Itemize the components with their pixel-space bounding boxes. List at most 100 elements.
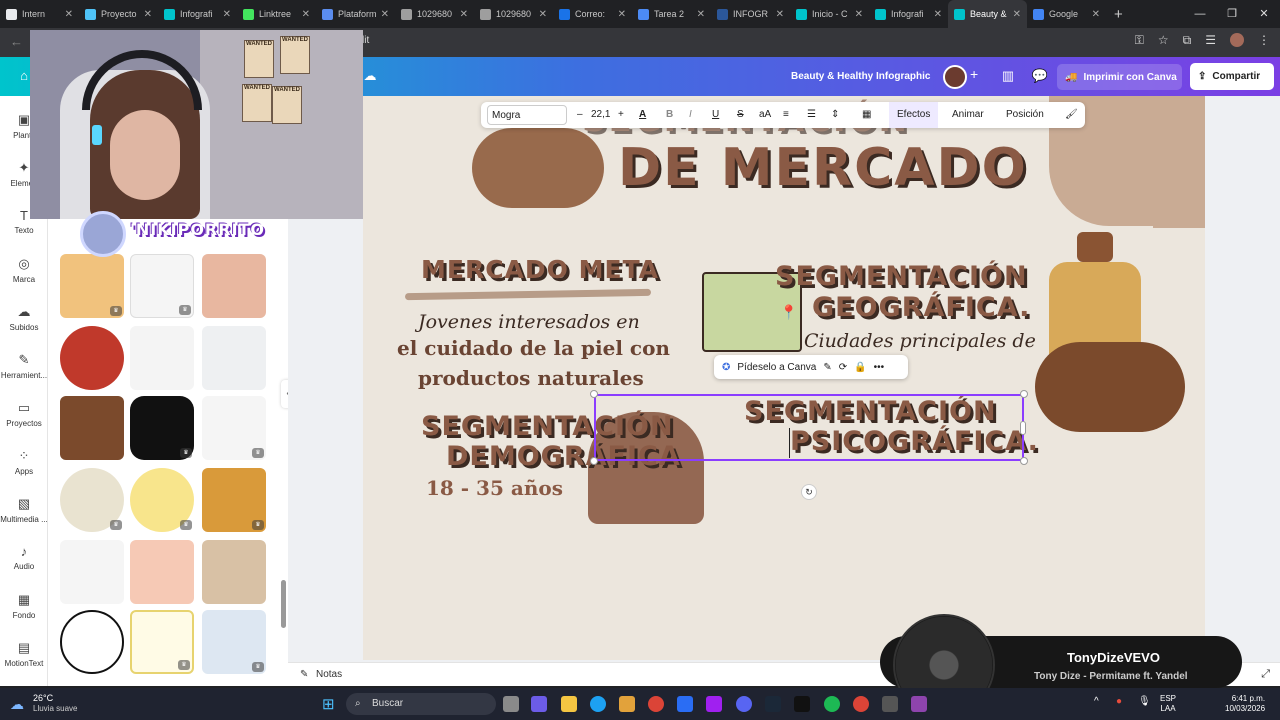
key-icon[interactable]: ⚿ xyxy=(1135,33,1144,48)
weather-desc[interactable]: Lluvia suave xyxy=(33,704,77,713)
rail-item[interactable]: ▧ Multimedia ... xyxy=(0,496,48,524)
tiktok-icon[interactable] xyxy=(794,696,810,712)
close-window-icon[interactable]: ✕ xyxy=(1248,0,1280,28)
tray-chevron-icon[interactable]: ^ xyxy=(1094,696,1099,707)
browser-tab[interactable]: Google ✕ xyxy=(1027,0,1106,28)
mail-icon[interactable] xyxy=(677,696,693,712)
file-explorer-icon[interactable] xyxy=(561,696,577,712)
browser-tab[interactable]: Linktree ✕ xyxy=(237,0,316,28)
browser-tab[interactable]: 1029680 ✕ xyxy=(474,0,553,28)
browser-tab[interactable]: 1029680 ✕ xyxy=(395,0,474,28)
tab-close-icon[interactable]: ✕ xyxy=(539,9,547,20)
italic-icon[interactable]: I xyxy=(689,102,692,128)
obs-icon[interactable] xyxy=(911,696,927,712)
url-text[interactable]: lit xyxy=(362,35,369,46)
tab-close-icon[interactable]: ✕ xyxy=(1092,9,1100,20)
browser-tab[interactable]: Infografi ✕ xyxy=(869,0,948,28)
rail-item[interactable]: ▭ Proyectos xyxy=(0,400,48,428)
asset-couple[interactable] xyxy=(130,540,194,604)
strikethrough-icon[interactable]: S xyxy=(737,102,744,128)
resize-handle-br[interactable] xyxy=(1020,457,1028,465)
new-tab-button[interactable]: + xyxy=(1114,6,1123,23)
tab-close-icon[interactable]: ✕ xyxy=(144,9,152,20)
asset-yellow-corner[interactable]: ♛ xyxy=(202,468,266,532)
tab-close-icon[interactable]: ✕ xyxy=(302,9,310,20)
tab-search-icon[interactable]: ☰ xyxy=(1205,33,1216,48)
geo-heading-1[interactable]: SEGMENTACIÓN xyxy=(775,261,1028,292)
slide-title-line2[interactable]: DE MERCADO xyxy=(618,138,1028,198)
tab-close-icon[interactable]: ✕ xyxy=(776,9,784,20)
windows-start-icon[interactable]: ⊞ xyxy=(322,695,335,713)
share-button[interactable]: ⇪ Compartir xyxy=(1190,63,1274,90)
font-size-decrease[interactable]: – xyxy=(577,102,583,128)
tab-close-icon[interactable]: ✕ xyxy=(381,9,389,20)
browser-tab[interactable]: INFOGR ✕ xyxy=(711,0,790,28)
tab-close-icon[interactable]: ✕ xyxy=(934,9,942,20)
taskbar-search[interactable]: ⌕ Buscar xyxy=(346,693,496,715)
edge-icon[interactable] xyxy=(590,696,606,712)
resize-handle-bl[interactable] xyxy=(590,457,598,465)
geo-heading-2[interactable]: GEOGRÁFICA. xyxy=(812,292,1030,323)
target-market-body-1[interactable]: Jovenes interesados en xyxy=(418,311,640,333)
document-title[interactable]: Beauty & Healthy Infographic xyxy=(791,71,930,82)
mic-icon[interactable]: 🎙 xyxy=(1138,696,1151,707)
target-market-heading[interactable]: MERCADO META xyxy=(421,255,659,284)
browser-tab[interactable]: Infografi ✕ xyxy=(158,0,237,28)
language-indicator[interactable]: ESP LAA xyxy=(1160,694,1176,714)
tab-close-icon[interactable]: ✕ xyxy=(1013,9,1021,20)
tab-close-icon[interactable]: ✕ xyxy=(697,9,705,20)
geo-body[interactable]: Ciudades principales de xyxy=(804,330,1036,352)
asset-silhouette[interactable] xyxy=(60,540,124,604)
rail-item[interactable]: ▤ MotionText xyxy=(0,640,48,668)
comment-bubble-icon[interactable]: ⟳ xyxy=(839,362,847,373)
asset-presentation[interactable]: ♛ xyxy=(202,610,266,674)
transparency-icon[interactable]: ▦ xyxy=(862,102,871,128)
browser-tab[interactable]: Tarea 2 ✕ xyxy=(632,0,711,28)
resize-handle-tr[interactable] xyxy=(1020,390,1028,398)
browser-tab[interactable]: Beauty & ✕ xyxy=(948,0,1027,28)
target-market-body-3[interactable]: productos naturales xyxy=(418,366,644,390)
spacing-icon[interactable]: ⇕ xyxy=(831,102,839,128)
comment-icon[interactable]: 💬 xyxy=(1028,65,1052,87)
task-view-icon[interactable] xyxy=(503,696,519,712)
demo-body[interactable]: 18 - 35 años xyxy=(426,476,563,500)
asset-man-standing[interactable] xyxy=(130,326,194,390)
more-options-icon[interactable]: ••• xyxy=(874,362,885,373)
app-icon[interactable] xyxy=(706,696,722,712)
browser-tab[interactable]: Inicio - C ✕ xyxy=(790,0,869,28)
add-collaborator-icon[interactable]: + xyxy=(970,66,978,82)
rotate-handle-icon[interactable]: ↻ xyxy=(801,484,817,500)
spotify-icon[interactable] xyxy=(824,696,840,712)
asset-gold-frame[interactable]: ♛ xyxy=(130,610,194,674)
magic-write-icon[interactable]: ✎ xyxy=(823,362,831,373)
chrome-icon[interactable] xyxy=(648,696,664,712)
asset-skater[interactable]: ♛ xyxy=(202,396,266,460)
analytics-icon[interactable]: ▥ xyxy=(996,65,1020,87)
menu-dots-icon[interactable]: ⋮ xyxy=(1258,33,1270,48)
asset-boy-avatar[interactable]: ♛ xyxy=(60,254,124,318)
tab-close-icon[interactable]: ✕ xyxy=(618,9,626,20)
rail-item[interactable]: ◎ Marca xyxy=(0,256,48,284)
asset-sun[interactable]: ♛ xyxy=(130,468,194,532)
resize-handle-tl[interactable] xyxy=(590,390,598,398)
tray-app-icon[interactable]: ● xyxy=(1116,696,1122,707)
asset-woman-avatar[interactable] xyxy=(60,326,124,390)
rail-item[interactable]: ▦ Fondo xyxy=(0,592,48,620)
asset-skull[interactable]: ♛ xyxy=(60,468,124,532)
tab-close-icon[interactable]: ✕ xyxy=(223,9,231,20)
position-button[interactable]: Posición xyxy=(1006,102,1044,128)
align-center-icon[interactable]: ≡ xyxy=(783,102,789,128)
text-color-icon[interactable]: A xyxy=(639,102,646,128)
browser-tab[interactable]: Correo: ✕ xyxy=(553,0,632,28)
animate-button[interactable]: Animar xyxy=(952,102,984,128)
notes-expand-icon[interactable]: ⤢ xyxy=(1261,668,1270,681)
bold-icon[interactable]: B xyxy=(666,102,673,128)
store-icon[interactable] xyxy=(619,696,635,712)
asset-group-people[interactable] xyxy=(202,540,266,604)
asset-chocolate-drip[interactable] xyxy=(60,396,124,460)
weather-icon[interactable]: ☁ xyxy=(10,696,24,713)
font-size-increase[interactable]: + xyxy=(618,102,624,128)
clock[interactable]: 6:41 p.m. 10/03/2026 xyxy=(1225,694,1265,714)
font-selector[interactable]: Mogra xyxy=(487,105,567,125)
lock-icon[interactable]: 🔒 xyxy=(854,362,866,373)
